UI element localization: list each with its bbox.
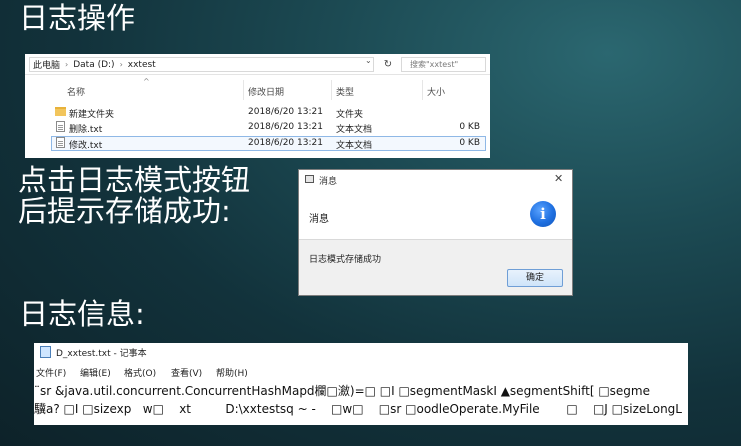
file-date: 2018/6/20 13:21 [248,138,323,148]
refresh-icon[interactable]: ↻ [381,58,395,71]
file-type: 文件夹 [336,110,364,120]
notepad-title-bar[interactable]: D_xxtest.txt - 记事本 [34,343,688,361]
file-name: 修改.txt [69,141,103,151]
file-type: 文本文档 [336,141,373,151]
column-name[interactable]: 名称 [67,85,85,98]
dialog-title-bar[interactable]: 消息 ✕ [299,170,572,188]
menu-view[interactable]: 查看(V) [171,366,202,379]
ok-button[interactable]: 确定 [507,269,563,287]
chevron-down-icon[interactable]: ⌄ [365,56,372,65]
file-row[interactable]: 新建文件夹 2018/6/20 13:21 文件夹 [25,105,490,120]
text-file-icon [56,137,65,148]
breadcrumb-drive-d[interactable]: Data (D:) [73,60,114,70]
search-input[interactable]: 搜索"xxtest" [401,57,486,72]
column-modified-date[interactable]: 修改日期 [248,85,284,98]
menu-help[interactable]: 帮助(H) [216,366,248,379]
file-name: 新建文件夹 [69,110,115,120]
menu-file[interactable]: 文件(F) [36,366,66,379]
dialog-message: 日志模式存储成功 [309,255,382,265]
notepad-window: D_xxtest.txt - 记事本 文件(F) 编辑(E) 格式(O) 查看(… [34,343,688,425]
notepad-title: D_xxtest.txt - 记事本 [56,349,147,359]
dialog-title: 消息 [319,177,338,187]
info-icon: i [530,201,556,227]
close-icon[interactable]: ✕ [554,172,563,185]
heading-log-mode-line1: 点击日志模式按钮 [18,163,251,197]
menu-edit[interactable]: 编辑(E) [80,366,111,379]
chevron-right-icon: › [65,60,69,69]
notepad-text-line-2[interactable]: 驥a? □I □sizexp w□ xt D:\xxtestsq ~ - □w□… [34,400,688,418]
column-divider [331,80,332,100]
column-type[interactable]: 类型 [336,85,354,98]
notepad-text-line-1[interactable]: ¨sr &java.util.concurrent.ConcurrentHash… [34,382,688,400]
chevron-right-icon: › [119,60,123,69]
file-name: 删除.txt [69,125,103,135]
column-divider [243,80,244,100]
folder-icon [55,107,66,116]
file-row[interactable]: 删除.txt 2018/6/20 13:21 文本文档 0 KB [25,120,490,135]
breadcrumb[interactable]: 此电脑 › Data (D:) › xxtest [29,57,374,72]
column-divider [422,80,423,100]
file-row-selected[interactable]: 修改.txt 2018/6/20 13:21 文本文档 0 KB [25,136,490,151]
file-size: 0 KB [459,138,480,148]
file-size: 0 KB [459,122,480,132]
dialog-header: 消息 i [299,188,572,240]
heading-log-mode-line2: 后提示存储成功: [18,194,231,228]
breadcrumb-xxtest[interactable]: xxtest [128,60,156,70]
file-date: 2018/6/20 13:21 [248,107,323,117]
window-icon [305,175,314,183]
file-explorer-window: 此电脑 › Data (D:) › xxtest ⌄ ↻ 搜索"xxtest" … [25,54,490,158]
heading-log-info: 日志信息: [19,297,145,331]
sort-up-icon: ^ [143,77,150,86]
message-dialog: 消息 ✕ 消息 i 日志模式存储成功 确定 [298,169,573,296]
file-type: 文本文档 [336,125,373,135]
heading-log-operation: 日志操作 [19,1,136,35]
notepad-icon [40,346,51,358]
address-bar-row: 此电脑 › Data (D:) › xxtest ⌄ ↻ 搜索"xxtest" [25,54,490,75]
file-date: 2018/6/20 13:21 [248,122,323,132]
notepad-menu-bar: 文件(F) 编辑(E) 格式(O) 查看(V) 帮助(H) [34,364,688,380]
dialog-header-text: 消息 [309,214,329,225]
menu-format[interactable]: 格式(O) [124,366,156,379]
column-header-row: ^ 名称 修改日期 类型 大小 [25,77,490,100]
column-size[interactable]: 大小 [427,85,445,98]
breadcrumb-this-pc[interactable]: 此电脑 [33,58,60,71]
text-file-icon [56,121,65,132]
